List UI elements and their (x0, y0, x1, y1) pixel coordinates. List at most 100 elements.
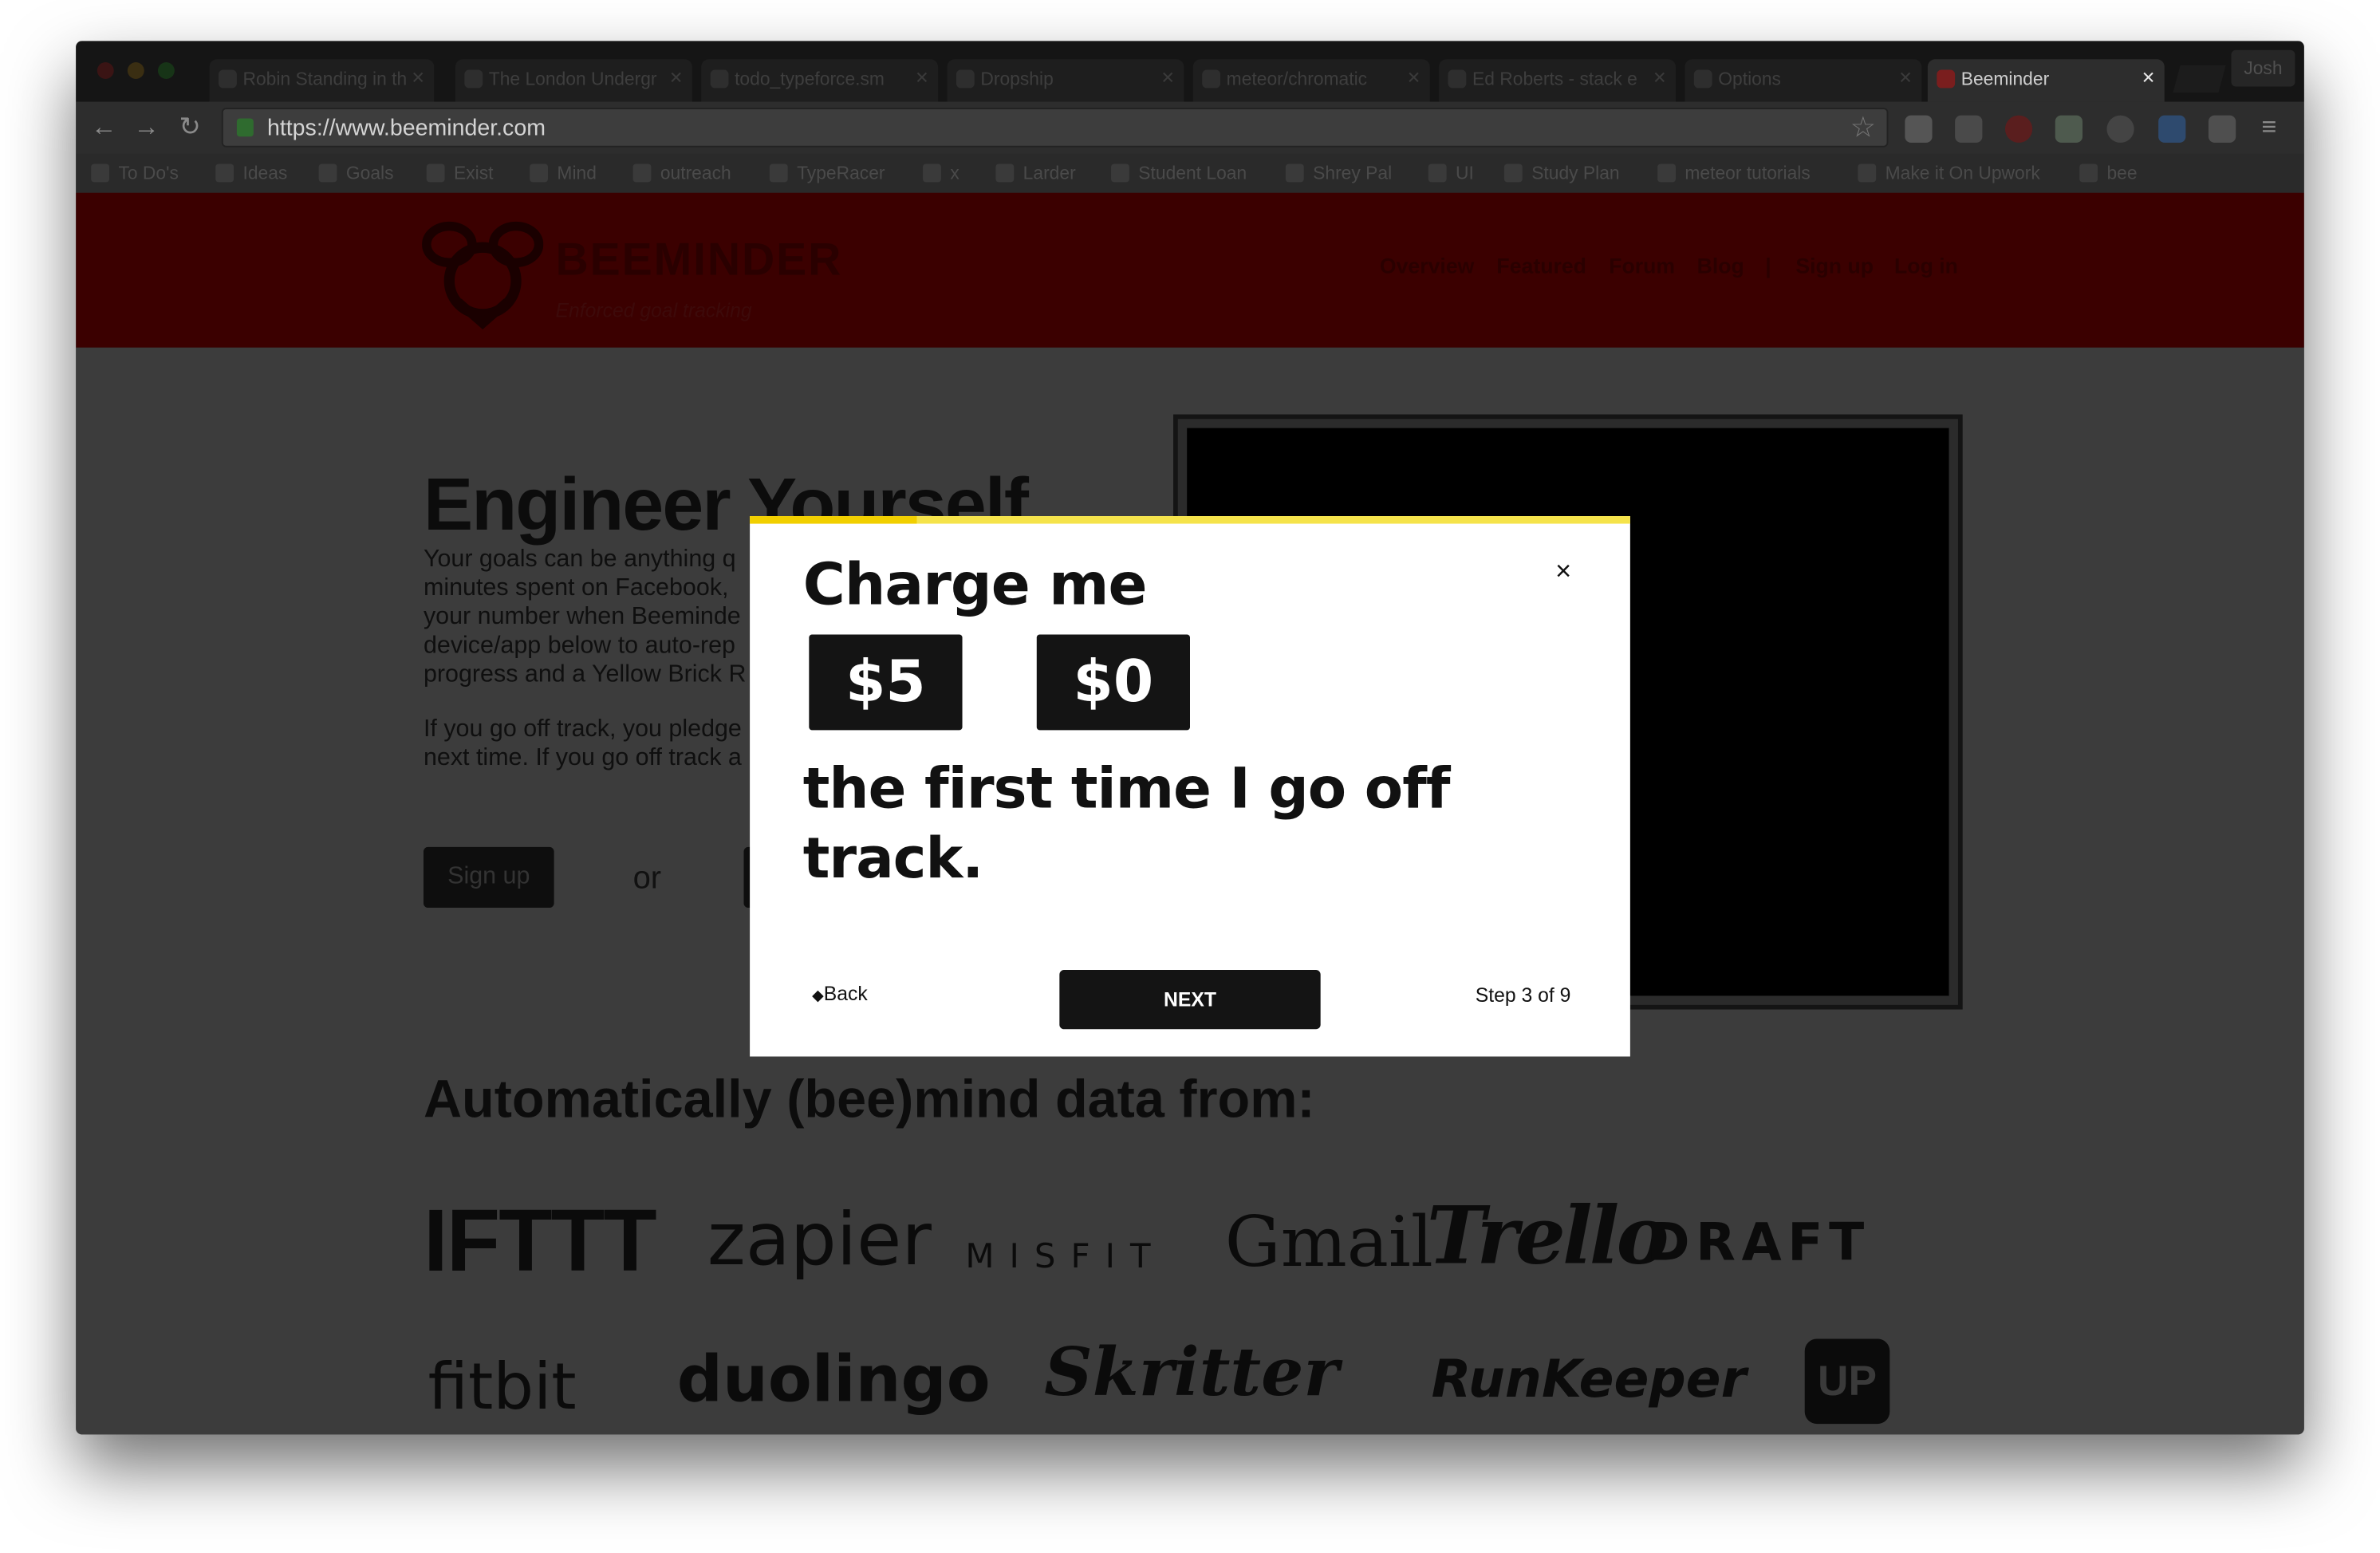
bookmark-item[interactable]: Ideas (215, 161, 287, 185)
nav-log-in[interactable]: Log in (1894, 254, 1958, 278)
browser-tab[interactable]: meteor/chromatic ✕ (1192, 59, 1430, 102)
beeminder-favicon-icon (1937, 69, 1956, 89)
zapier-logo[interactable]: zapier (707, 1198, 932, 1283)
tab-title: The London Undergr (488, 68, 657, 90)
back-label: Back (823, 982, 868, 1005)
tab-favicon-icon (1202, 69, 1221, 89)
integrations-title: Automatically (bee)mind data from: (423, 1070, 1315, 1129)
minimize-window-button[interactable] (127, 62, 144, 79)
tab-close-icon[interactable]: ✕ (411, 59, 425, 98)
pledge-modal: Charge me × $5 $0 the first time I go of… (750, 516, 1630, 1057)
extension-icon[interactable] (2004, 115, 2033, 143)
lock-icon (236, 118, 254, 137)
progress-bar-fill (750, 516, 917, 524)
tab-favicon-icon (1448, 69, 1467, 89)
bookmark-item[interactable]: Student Loan (1111, 161, 1247, 185)
bookmark-item[interactable]: meteor tutorials (1657, 161, 1811, 185)
site-logo-text[interactable]: BEEMINDER (556, 235, 843, 287)
site-header: BEEMINDER Enforced goal tracking Overvie… (76, 192, 2304, 348)
tab-title: Dropship (980, 68, 1054, 90)
nav-divider: | (1765, 253, 1771, 278)
bookmark-item[interactable]: Larder (995, 161, 1076, 185)
tab-favicon-icon (1693, 69, 1712, 89)
bee-logo-icon[interactable] (422, 211, 544, 329)
tab-bar: Robin Standing in th ✕ The London Undergr… (76, 41, 2304, 102)
close-window-button[interactable] (97, 62, 114, 79)
reload-icon[interactable]: ↻ (179, 111, 201, 144)
maximize-window-button[interactable] (157, 62, 175, 79)
nav-forum[interactable]: Forum (1609, 254, 1675, 278)
extension-icon[interactable] (1955, 115, 1983, 143)
browser-tab[interactable]: Dropship ✕ (947, 59, 1184, 102)
nav-overview[interactable]: Overview (1380, 254, 1474, 278)
extension-icon[interactable] (2106, 115, 2134, 143)
tab-close-icon[interactable]: ✕ (669, 59, 684, 98)
mail-extension-icon[interactable] (1905, 115, 1933, 143)
site-tagline: Enforced goal tracking (555, 298, 752, 322)
bookmark-item[interactable]: Make it On Upwork (1858, 161, 2040, 185)
address-bar[interactable]: https://www.beeminder.com ☆ (221, 108, 1889, 148)
draft-logo[interactable]: DRAFT (1647, 1213, 1870, 1274)
browser-tab[interactable]: Robin Standing in th ✕ (209, 59, 435, 102)
bookmarks-bar: To Do's Ideas Goals Exist Mind outreach … (76, 153, 2304, 193)
ux-extension-icon[interactable] (2055, 115, 2082, 143)
bookmark-star-icon[interactable]: ☆ (1850, 111, 1876, 146)
back-arrow-icon[interactable]: ← (91, 111, 116, 144)
bookmark-item[interactable]: Mind (530, 161, 597, 185)
browser-tab-active[interactable]: Beeminder ✕ (1927, 59, 2165, 102)
browser-tab[interactable]: todo_typeforce.sm ✕ (701, 59, 939, 102)
forward-arrow-icon[interactable]: → (133, 111, 159, 144)
trello-logo[interactable]: Trello (1427, 1190, 1669, 1283)
nav-blog[interactable]: Blog (1697, 254, 1744, 278)
profile-button[interactable]: Josh (2231, 49, 2295, 87)
bookmark-item[interactable]: outreach (632, 161, 731, 185)
jawbone-up-logo[interactable]: UP (1804, 1338, 1890, 1425)
skritter-logo[interactable]: Skritter (1044, 1334, 1338, 1412)
tab-close-icon[interactable]: ✕ (1653, 59, 1667, 98)
browser-tab[interactable]: Ed Roberts - stack e ✕ (1439, 59, 1676, 102)
next-button[interactable]: NEXT (1059, 970, 1321, 1030)
nav-featured[interactable]: Featured (1496, 254, 1586, 278)
tab-favicon-icon (219, 69, 237, 89)
tab-close-icon[interactable]: ✕ (915, 59, 929, 98)
amount-0-button[interactable]: $0 (1036, 634, 1190, 731)
new-tab-button[interactable] (2173, 65, 2226, 93)
fitbit-logo[interactable]: fitbit (428, 1350, 577, 1424)
sign-up-button[interactable]: Sign up (423, 846, 554, 909)
browser-tab[interactable]: Options ✕ (1685, 59, 1922, 102)
tab-title: Ed Roberts - stack e (1472, 68, 1637, 90)
nav-sign-up[interactable]: Sign up (1795, 254, 1874, 278)
step-indicator: Step 3 of 9 (1475, 983, 1571, 1007)
duolingo-logo[interactable]: duolingo (677, 1342, 991, 1416)
bookmark-item[interactable]: Goals (318, 161, 394, 185)
amount-5-button[interactable]: $5 (809, 634, 963, 731)
browser-tab[interactable]: The London Undergr ✕ (455, 59, 692, 102)
bookmark-item[interactable]: bee (2079, 161, 2138, 185)
bookmark-item[interactable]: UI (1428, 161, 1474, 185)
ifttt-logo[interactable]: IFTTT (424, 1190, 657, 1292)
tab-close-icon[interactable]: ✕ (1898, 59, 1913, 98)
bookmark-item[interactable]: Shrey Pal (1285, 161, 1392, 185)
bookmark-item[interactable]: Exist (426, 161, 494, 185)
bookmark-item[interactable]: TypeRacer (769, 161, 885, 185)
tab-favicon-icon (956, 69, 975, 89)
tab-title: Beeminder (1960, 68, 2050, 90)
code-extension-icon[interactable] (2208, 115, 2236, 143)
or-text: or (632, 861, 662, 896)
bookmark-item[interactable]: Study Plan (1503, 161, 1620, 185)
bookmark-item[interactable]: To Do's (91, 161, 179, 185)
tab-close-icon[interactable]: ✕ (1160, 59, 1175, 98)
tab-title: Options (1718, 68, 1781, 90)
tab-close-icon[interactable]: ✕ (1407, 59, 1421, 98)
bookmark-item[interactable]: x (923, 161, 959, 185)
browser-toolbar: ← → ↻ https://www.beeminder.com ☆ ≡ (76, 101, 2304, 154)
misfit-logo[interactable]: MISFIT (965, 1239, 1165, 1277)
tab-title: Robin Standing in th (242, 68, 408, 90)
runkeeper-logo[interactable]: RunKeeper (1432, 1350, 1747, 1410)
close-icon[interactable]: × (1548, 556, 1578, 586)
menu-icon[interactable]: ≡ (2262, 111, 2277, 144)
camera-extension-icon[interactable] (2158, 115, 2186, 143)
gmail-logo[interactable]: Gmail (1225, 1200, 1433, 1283)
back-link[interactable]: ◆Back (812, 982, 868, 1005)
tab-close-icon[interactable]: ✕ (2142, 59, 2156, 98)
